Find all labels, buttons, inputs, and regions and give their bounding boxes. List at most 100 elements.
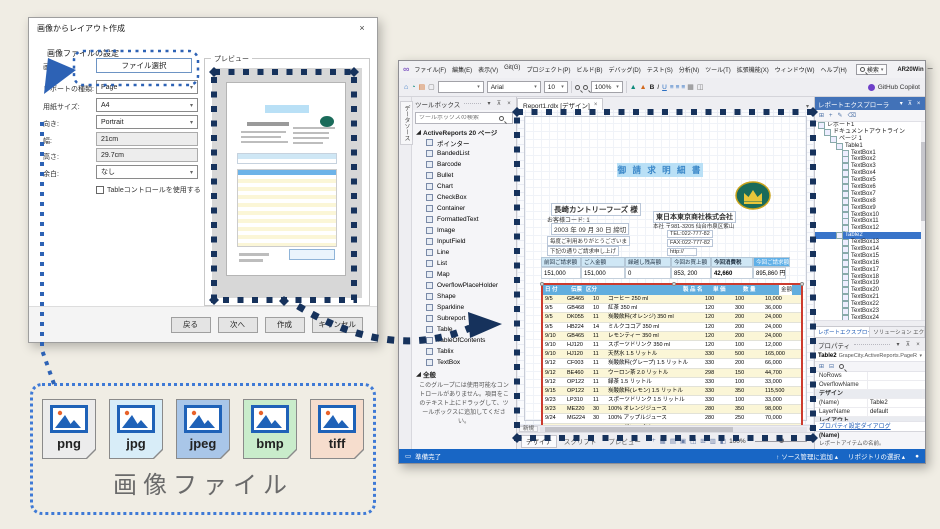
toolbox-item[interactable]: CheckBox	[412, 192, 516, 203]
menu-item[interactable]: ヘルプ(H)	[819, 64, 847, 75]
detail-row[interactable]: 9/5GB46810紅茶 350 ml12030036,000	[543, 304, 801, 313]
explorer-tool-icon[interactable]: ✎	[838, 112, 843, 119]
summary-header-cell[interactable]: 前回ご請求額	[541, 257, 581, 267]
summary-value-cell[interactable]: 42,660	[711, 267, 753, 279]
zoom-out-icon[interactable]	[575, 85, 580, 90]
menu-item[interactable]: ファイル(F)	[413, 64, 447, 75]
properties-object-selector[interactable]: Table2 GrapeCity.ActiveReports.PageRepor…	[815, 351, 925, 362]
datasource-vertical-tab[interactable]: データソース	[400, 101, 413, 145]
tree-node[interactable]: TextBox10	[815, 212, 925, 219]
toolbox-item[interactable]: Bullet	[412, 170, 516, 181]
summary-header-cell[interactable]: 今回消費税	[711, 257, 753, 267]
menu-item[interactable]: 分析(N)	[678, 64, 700, 75]
tree-node[interactable]: TextBox14	[815, 246, 925, 253]
tree-node[interactable]: TextBox18	[815, 274, 925, 281]
selection-handle[interactable]	[800, 282, 804, 286]
dialog-button[interactable]: キャンセル	[312, 317, 364, 333]
detail-row[interactable]: 9/12BE46011ウーロン茶 2.0 リットル29815044,700	[543, 369, 801, 378]
property-dialog-link[interactable]: プロパティ設定ダイアログ	[815, 421, 925, 431]
add-item-icon[interactable]: ⌂	[404, 84, 408, 91]
github-copilot-badge[interactable]: GitHub Copilot	[868, 84, 920, 91]
toolbox-item[interactable]: Chart	[412, 181, 516, 192]
toolbox-group-activereports[interactable]: ◢ActiveReports 20 ページ	[412, 126, 516, 137]
layout-icon[interactable]: ◫	[697, 83, 704, 91]
invoice-summary-table[interactable]: 前回ご請求額ご入金額繰越し残高額今回お買上額今回消費税今回ご請求額 151,00…	[541, 257, 799, 279]
designer-tool-icon[interactable]: ◧	[720, 437, 726, 445]
new-file-icon[interactable]: ▢	[428, 83, 435, 91]
menu-item[interactable]: 編集(E)	[451, 64, 473, 75]
company-logo-icon[interactable]	[735, 181, 771, 210]
paper-size-select[interactable]: A4▾	[96, 98, 198, 112]
detail-row[interactable]: 9/15OP12211炭酸飲料(レモン) 1.5 リットル330350115,5…	[543, 387, 801, 396]
toolbox-item[interactable]: Container	[412, 203, 516, 214]
detail-row[interactable]: 9/10GB46511レモンティー 350 ml12020024,000	[543, 332, 801, 341]
margin-select[interactable]: なし▾	[96, 165, 198, 179]
menu-item[interactable]: ウィンドウ(W)	[774, 64, 816, 75]
search-icon[interactable]	[839, 364, 844, 369]
design-surface[interactable]: 御 請 求 明 細 書 長崎カントリーフーズ 様 お客様コード: 1 2003 …	[517, 110, 814, 425]
refresh-icon[interactable]: ◔	[411, 84, 415, 91]
detail-row[interactable]: 9/24MG22430100% グレープジュース28035098,000	[543, 424, 801, 425]
toolbox-header[interactable]: ツールボックス ▾ ⊼ ×	[412, 97, 516, 110]
tree-node[interactable]: TextBox13	[815, 239, 925, 246]
align-left-icon[interactable]: ≡	[670, 84, 673, 91]
toolbox-item[interactable]: Subreport	[412, 313, 516, 324]
detail-header-cell[interactable]: 単 価	[711, 285, 741, 295]
zoom-combo[interactable]: 100%▾	[591, 81, 623, 93]
chevron-down-icon[interactable]: ▾	[801, 103, 814, 110]
toolbox-item[interactable]: Table	[412, 324, 516, 335]
menu-item[interactable]: ビルド(B)	[575, 64, 603, 75]
menu-item[interactable]: 表示(V)	[477, 64, 499, 75]
explorer-tool-icon[interactable]: +	[829, 113, 833, 119]
minimize-icon[interactable]: ─	[928, 66, 933, 73]
tree-node[interactable]: TextBox11	[815, 218, 925, 225]
designer-tool-icon[interactable]: +	[652, 437, 656, 445]
tree-node[interactable]: TextBox7	[815, 191, 925, 198]
detail-header-cell[interactable]: 金額	[779, 285, 792, 295]
menu-item[interactable]: Git(G)	[503, 64, 521, 75]
dialog-button[interactable]: 次へ	[218, 317, 258, 333]
menu-item[interactable]: デバッグ(D)	[607, 64, 641, 75]
explorer-tool-icon[interactable]: ⌫	[848, 112, 856, 119]
designer-tool-icon[interactable]: ▤	[670, 437, 676, 445]
summary-value-cell[interactable]: 853, 200	[671, 267, 711, 279]
invoice-company-fax[interactable]: FAX:022-777-82	[667, 239, 713, 247]
tree-node[interactable]: Table1	[815, 143, 925, 150]
detail-row[interactable]: 9/10HJ12011スポーツドリンク 350 ml12010012,000	[543, 341, 801, 350]
tree-node[interactable]: ページ 1	[815, 136, 925, 143]
close-icon[interactable]: ×	[915, 101, 922, 107]
summary-value-cell[interactable]: 895,860 円	[753, 267, 786, 279]
underline-button[interactable]: U	[662, 84, 667, 91]
zoom-minus-icon[interactable]: −	[749, 438, 753, 445]
horizontal-scrollbar[interactable]	[540, 427, 807, 432]
property-row[interactable]: NoRows	[815, 372, 925, 381]
toolbox-item[interactable]: Barcode	[412, 159, 516, 170]
designer-tab[interactable]: プレビュー	[603, 435, 646, 448]
repo-select-button[interactable]: リポジトリの選択 ▴	[848, 451, 905, 461]
panel-tab[interactable]: ソリューション エクスプロ...	[870, 327, 925, 337]
text-color-icon[interactable]: ▲	[640, 84, 647, 91]
invoice-company-address[interactable]: 本社 〒981-3205 仙台市泉区紫山	[653, 222, 734, 230]
summary-header-cell[interactable]: 今回お買上額	[671, 257, 711, 267]
toolbox-item[interactable]: Tablix	[412, 346, 516, 357]
designer-tab[interactable]: デザイナ	[521, 435, 557, 448]
tree-node[interactable]: TextBox17	[815, 267, 925, 274]
toolbox-group-general[interactable]: ◢全般	[412, 368, 516, 379]
designer-tool-icon[interactable]: ▥	[710, 437, 716, 445]
summary-value-cell[interactable]: 151,000	[581, 267, 625, 279]
vertical-scrollbar[interactable]	[921, 122, 925, 320]
tree-node[interactable]: TextBox5	[815, 177, 925, 184]
detail-row[interactable]: 9/23ME22030100% オレンジジュース28035098,000	[543, 405, 801, 414]
alphabetical-icon[interactable]: ⊟	[829, 363, 834, 370]
tree-node[interactable]: TextBox22	[815, 301, 925, 308]
property-row[interactable]: LayerNamedefault	[815, 408, 925, 417]
tree-node[interactable]: ドキュメントアウトライン	[815, 129, 925, 136]
table-control-checkbox[interactable]: Tableコントロールを使用する	[96, 185, 201, 195]
designer-tool-icon[interactable]: ▦	[660, 437, 666, 445]
bell-icon[interactable]: ●	[915, 453, 919, 460]
pin-icon[interactable]: ⊼	[904, 341, 912, 348]
invoice-detail-table[interactable]: 日 付伝票No区分製 品 名単 価数 量金額 9/5GB46510コーヒー 25…	[541, 283, 803, 425]
explorer-tool-icon[interactable]: ⊞	[819, 112, 824, 119]
toolbox-search-input[interactable]	[419, 115, 497, 121]
tree-node[interactable]: TextBox15	[815, 253, 925, 260]
